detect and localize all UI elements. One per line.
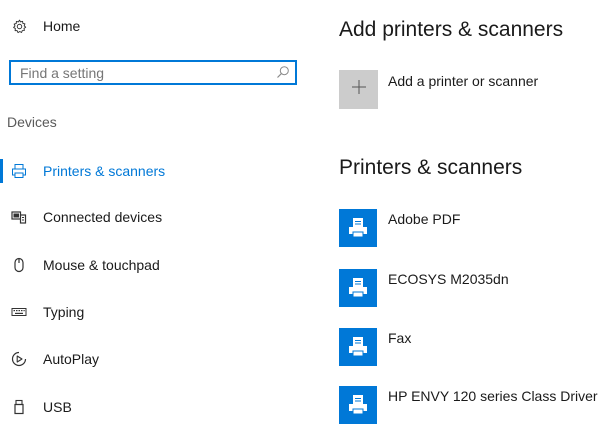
sidebar-item-label: Mouse & touchpad [43,257,160,273]
printer-list-item[interactable]: Adobe PDF [339,209,610,249]
home-label: Home [43,18,81,34]
printer-list-item[interactable]: Fax [339,328,610,368]
printer-name: Adobe PDF [388,211,461,227]
printer-icon [339,386,377,424]
printer-icon [339,209,377,247]
keyboard-icon [11,304,27,320]
sidebar-item-label: Typing [43,304,85,320]
search-icon[interactable] [276,65,290,79]
sidebar-item-mouse-touchpad[interactable]: Mouse & touchpad [0,253,300,277]
printer-name: Fax [388,330,412,346]
printer-name: HP ENVY 120 series Class Driver [388,388,598,404]
sidebar-item-label: Printers & scanners [43,163,166,179]
search-box [9,60,297,85]
connected-devices-icon [11,209,27,225]
devices-section-label: Devices [7,114,57,130]
home-nav-item[interactable]: Home [0,14,300,38]
sidebar-item-label: USB [43,399,72,415]
sidebar-item-autoplay[interactable]: AutoPlay [0,347,300,371]
sidebar-item-label: Connected devices [43,209,163,225]
autoplay-icon [11,351,27,367]
sidebar-item-connected-devices[interactable]: Connected devices [0,205,300,229]
mouse-icon [11,257,27,273]
printers-list-heading: Printers & scanners [339,156,523,179]
printer-icon [339,328,377,366]
plus-icon [351,79,367,100]
add-printer-label[interactable]: Add a printer or scanner [388,73,538,89]
add-printer-button[interactable] [339,70,378,109]
printer-list-item[interactable]: HP ENVY 120 series Class Driver [339,386,610,426]
printer-name: ECOSYS M2035dn [388,271,509,287]
gear-icon [11,18,27,34]
sidebar-item-printers-scanners[interactable]: Printers & scanners [0,159,300,183]
search-input[interactable] [11,62,270,83]
printer-icon [11,163,27,179]
printer-icon [339,269,377,307]
sidebar-item-usb[interactable]: USB [0,395,300,419]
usb-icon [11,399,27,415]
sidebar-item-label: AutoPlay [43,351,100,367]
printer-list-item[interactable]: ECOSYS M2035dn [339,269,610,309]
sidebar-item-typing[interactable]: Typing [0,300,300,324]
add-printers-heading: Add printers & scanners [339,18,564,41]
